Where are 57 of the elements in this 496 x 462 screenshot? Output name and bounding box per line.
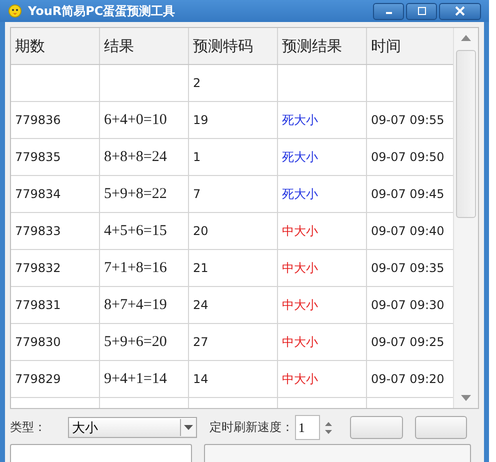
table-cell: 8+8+8=24 (100, 139, 189, 175)
table-cell: 24 (189, 287, 278, 323)
refresh-speed-spinner[interactable]: 1 (295, 415, 320, 440)
table-cell: 21 (189, 250, 278, 286)
table-cell: 779830 (11, 324, 100, 360)
dropdown-caret-icon (184, 425, 194, 430)
refresh-speed-label: 定时刷新速度： (209, 419, 294, 436)
table-cell: 4+5+6=15 (100, 213, 189, 249)
spinner-arrows-icon[interactable] (325, 420, 332, 434)
scrollbar[interactable] (453, 28, 478, 408)
table-cell: 7+1+8=16 (100, 250, 189, 286)
close-icon (455, 6, 465, 16)
type-label: 类型： (10, 419, 46, 436)
table-cell: 8+7+4=19 (100, 287, 189, 323)
table-cell: 5+9+8=22 (100, 176, 189, 212)
table-cell: 中大小 (278, 361, 367, 397)
maximize-button[interactable] (406, 2, 437, 20)
table-cell: 779834 (11, 176, 100, 212)
table-cell: 5+9+6=20 (100, 324, 189, 360)
table-cell: 779835 (11, 139, 100, 175)
start-button[interactable] (350, 416, 403, 439)
column-header[interactable]: 结果 (100, 28, 189, 64)
window-title: YouR简易PC蛋蛋预测工具 (28, 2, 176, 20)
column-header[interactable]: 期数 (11, 28, 100, 64)
table-cell: 779836 (11, 102, 100, 138)
chick-icon (8, 4, 22, 18)
table-cell: 2 (189, 65, 278, 101)
table-cell: 779829 (11, 361, 100, 397)
scroll-down-icon[interactable] (461, 395, 471, 401)
text-box[interactable] (10, 444, 192, 462)
scroll-up-icon[interactable] (461, 35, 471, 41)
table-cell: 中大小 (278, 287, 367, 323)
table-cell: 死大小 (278, 176, 367, 212)
table-cell: 死大小 (278, 139, 367, 175)
table-cell: 6+4+0=10 (100, 102, 189, 138)
maximize-icon (416, 6, 426, 16)
minimize-button[interactable] (373, 2, 404, 20)
text-box[interactable] (204, 444, 471, 462)
action-button[interactable] (414, 416, 467, 439)
table-cell: 14 (189, 361, 278, 397)
table-cell: 20 (189, 213, 278, 249)
table-cell: 19 (189, 102, 278, 138)
table-cell: 779831 (11, 287, 100, 323)
table-cell: 27 (189, 324, 278, 360)
table-cell: 中大小 (278, 250, 367, 286)
table-cell: 9+4+1=14 (100, 361, 189, 397)
column-header[interactable]: 预测结果 (278, 28, 367, 64)
type-dropdown[interactable]: 大小 (68, 417, 198, 438)
table-cell: 779832 (11, 250, 100, 286)
close-button[interactable] (439, 2, 481, 20)
table-cell: 中大小 (278, 324, 367, 360)
table-cell: 死大小 (278, 102, 367, 138)
table-cell: 779833 (11, 213, 100, 249)
table-cell: 7 (189, 176, 278, 212)
column-header[interactable]: 预测特码 (189, 28, 278, 64)
table-cell: 中大小 (278, 213, 367, 249)
table-cell: 1 (189, 139, 278, 175)
